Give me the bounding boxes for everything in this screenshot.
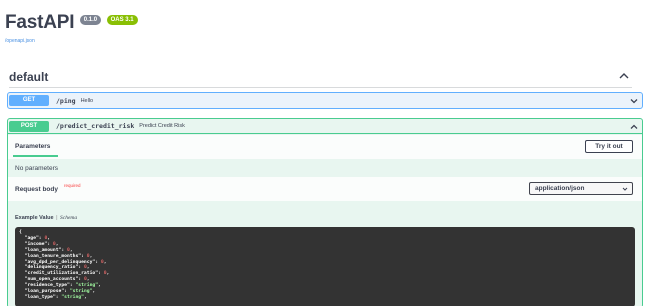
code-value: 0 [83, 265, 87, 271]
code-line: "loan_tenure_months": 0, [24, 253, 93, 259]
operation-path: /predict_credit_risk [56, 122, 135, 130]
tag-section-header[interactable]: default [9, 68, 632, 88]
code-key: "income" [24, 241, 48, 247]
code-key: "loan_amount" [24, 247, 62, 253]
code-key: "num_open_accounts" [24, 277, 79, 283]
code-line: "loan_purpose": "string", [24, 289, 96, 295]
code-key: "delinquency_ratio" [24, 265, 79, 271]
content-type-value: application/json [535, 185, 585, 192]
code-key: "credit_utilization_ratio" [24, 271, 99, 277]
code-key: "avg_dpd_per_delinquency" [24, 259, 96, 265]
chevron-up-icon[interactable] [629, 122, 639, 132]
example-schema-tabs: Example Value | Schema [15, 215, 77, 221]
chevron-down-icon[interactable] [629, 96, 639, 106]
tag-title: default [9, 70, 49, 84]
oas-badge: OAS 3.1 [106, 15, 138, 25]
code-line: "delinquency_ratio": 0, [24, 265, 90, 271]
required-marker: required [64, 183, 81, 188]
content-type-select[interactable]: application/json [529, 182, 633, 195]
code-value: 0 [83, 277, 87, 283]
tab-separator: | [56, 215, 58, 221]
example-json-code[interactable]: { "age": 0, "income": 0, "loan_amount": … [15, 227, 635, 306]
operation-description: Predict Credit Risk [139, 123, 185, 129]
tab-example-value[interactable]: Example Value [15, 215, 54, 221]
code-open-brace: { [19, 230, 22, 235]
tab-underline [13, 155, 58, 157]
code-line: "age": 0, [24, 235, 51, 241]
code-value: 0 [67, 247, 70, 253]
code-key: "loan_type" [24, 294, 56, 300]
code-value: "string" [69, 289, 93, 295]
method-badge: GET [9, 95, 49, 106]
code-value: 0 [86, 253, 90, 259]
code-line: "loan_type": "string", [24, 294, 87, 300]
code-value: "string" [75, 283, 99, 289]
try-it-out-button[interactable]: Try it out [585, 140, 633, 153]
code-key: "loan_tenure_months" [24, 253, 82, 259]
code-line: "num_open_accounts": 0, [24, 277, 90, 283]
code-line: "avg_dpd_per_delinquency": 0, [24, 259, 107, 265]
operation-summary[interactable]: GET /ping Hello [8, 93, 642, 108]
operation-get-ping[interactable]: GET /ping Hello [7, 92, 643, 109]
code-value: 0 [100, 259, 104, 265]
operation-summary[interactable]: POST /predict_credit_risk Predict Credit… [8, 119, 642, 134]
method-badge: POST [9, 120, 49, 132]
tab-schema[interactable]: Schema [60, 215, 77, 221]
code-value: 0 [103, 271, 107, 277]
tab-parameters[interactable]: Parameters [15, 143, 50, 150]
code-key: "residence_type" [24, 283, 70, 289]
operation-post-predict-credit-risk: POST /predict_credit_risk Predict Credit… [7, 118, 643, 306]
code-line: "income": 0, [24, 241, 59, 247]
api-title: FastAPI [5, 12, 75, 33]
openapi-json-link[interactable]: /openapi.json [5, 38, 35, 44]
code-value: 0 [52, 241, 56, 247]
operation-path: /ping [56, 96, 76, 105]
chevron-up-icon[interactable] [618, 70, 630, 82]
code-value: 0 [44, 235, 48, 241]
code-value: "string" [61, 294, 84, 300]
version-badge: 0.1.0 [79, 15, 102, 25]
request-body-bar: Request body required application/json [8, 177, 642, 201]
code-key: "age" [24, 235, 39, 241]
operation-description: Hello [80, 97, 94, 104]
request-body-title: Request body [15, 186, 58, 193]
code-line: "residence_type": "string", [24, 283, 101, 289]
api-header: FastAPI 0.1.0 OAS 3.1 [5, 12, 138, 34]
code-line: "loan_amount": 0, [24, 247, 73, 253]
parameters-bar: Parameters Try it out [8, 135, 642, 159]
no-parameters-text: No parameters [15, 165, 58, 172]
code-line: "credit_utilization_ratio": 0, [24, 271, 110, 277]
chevron-down-icon [622, 187, 628, 191]
code-key: "loan_purpose" [24, 289, 65, 295]
